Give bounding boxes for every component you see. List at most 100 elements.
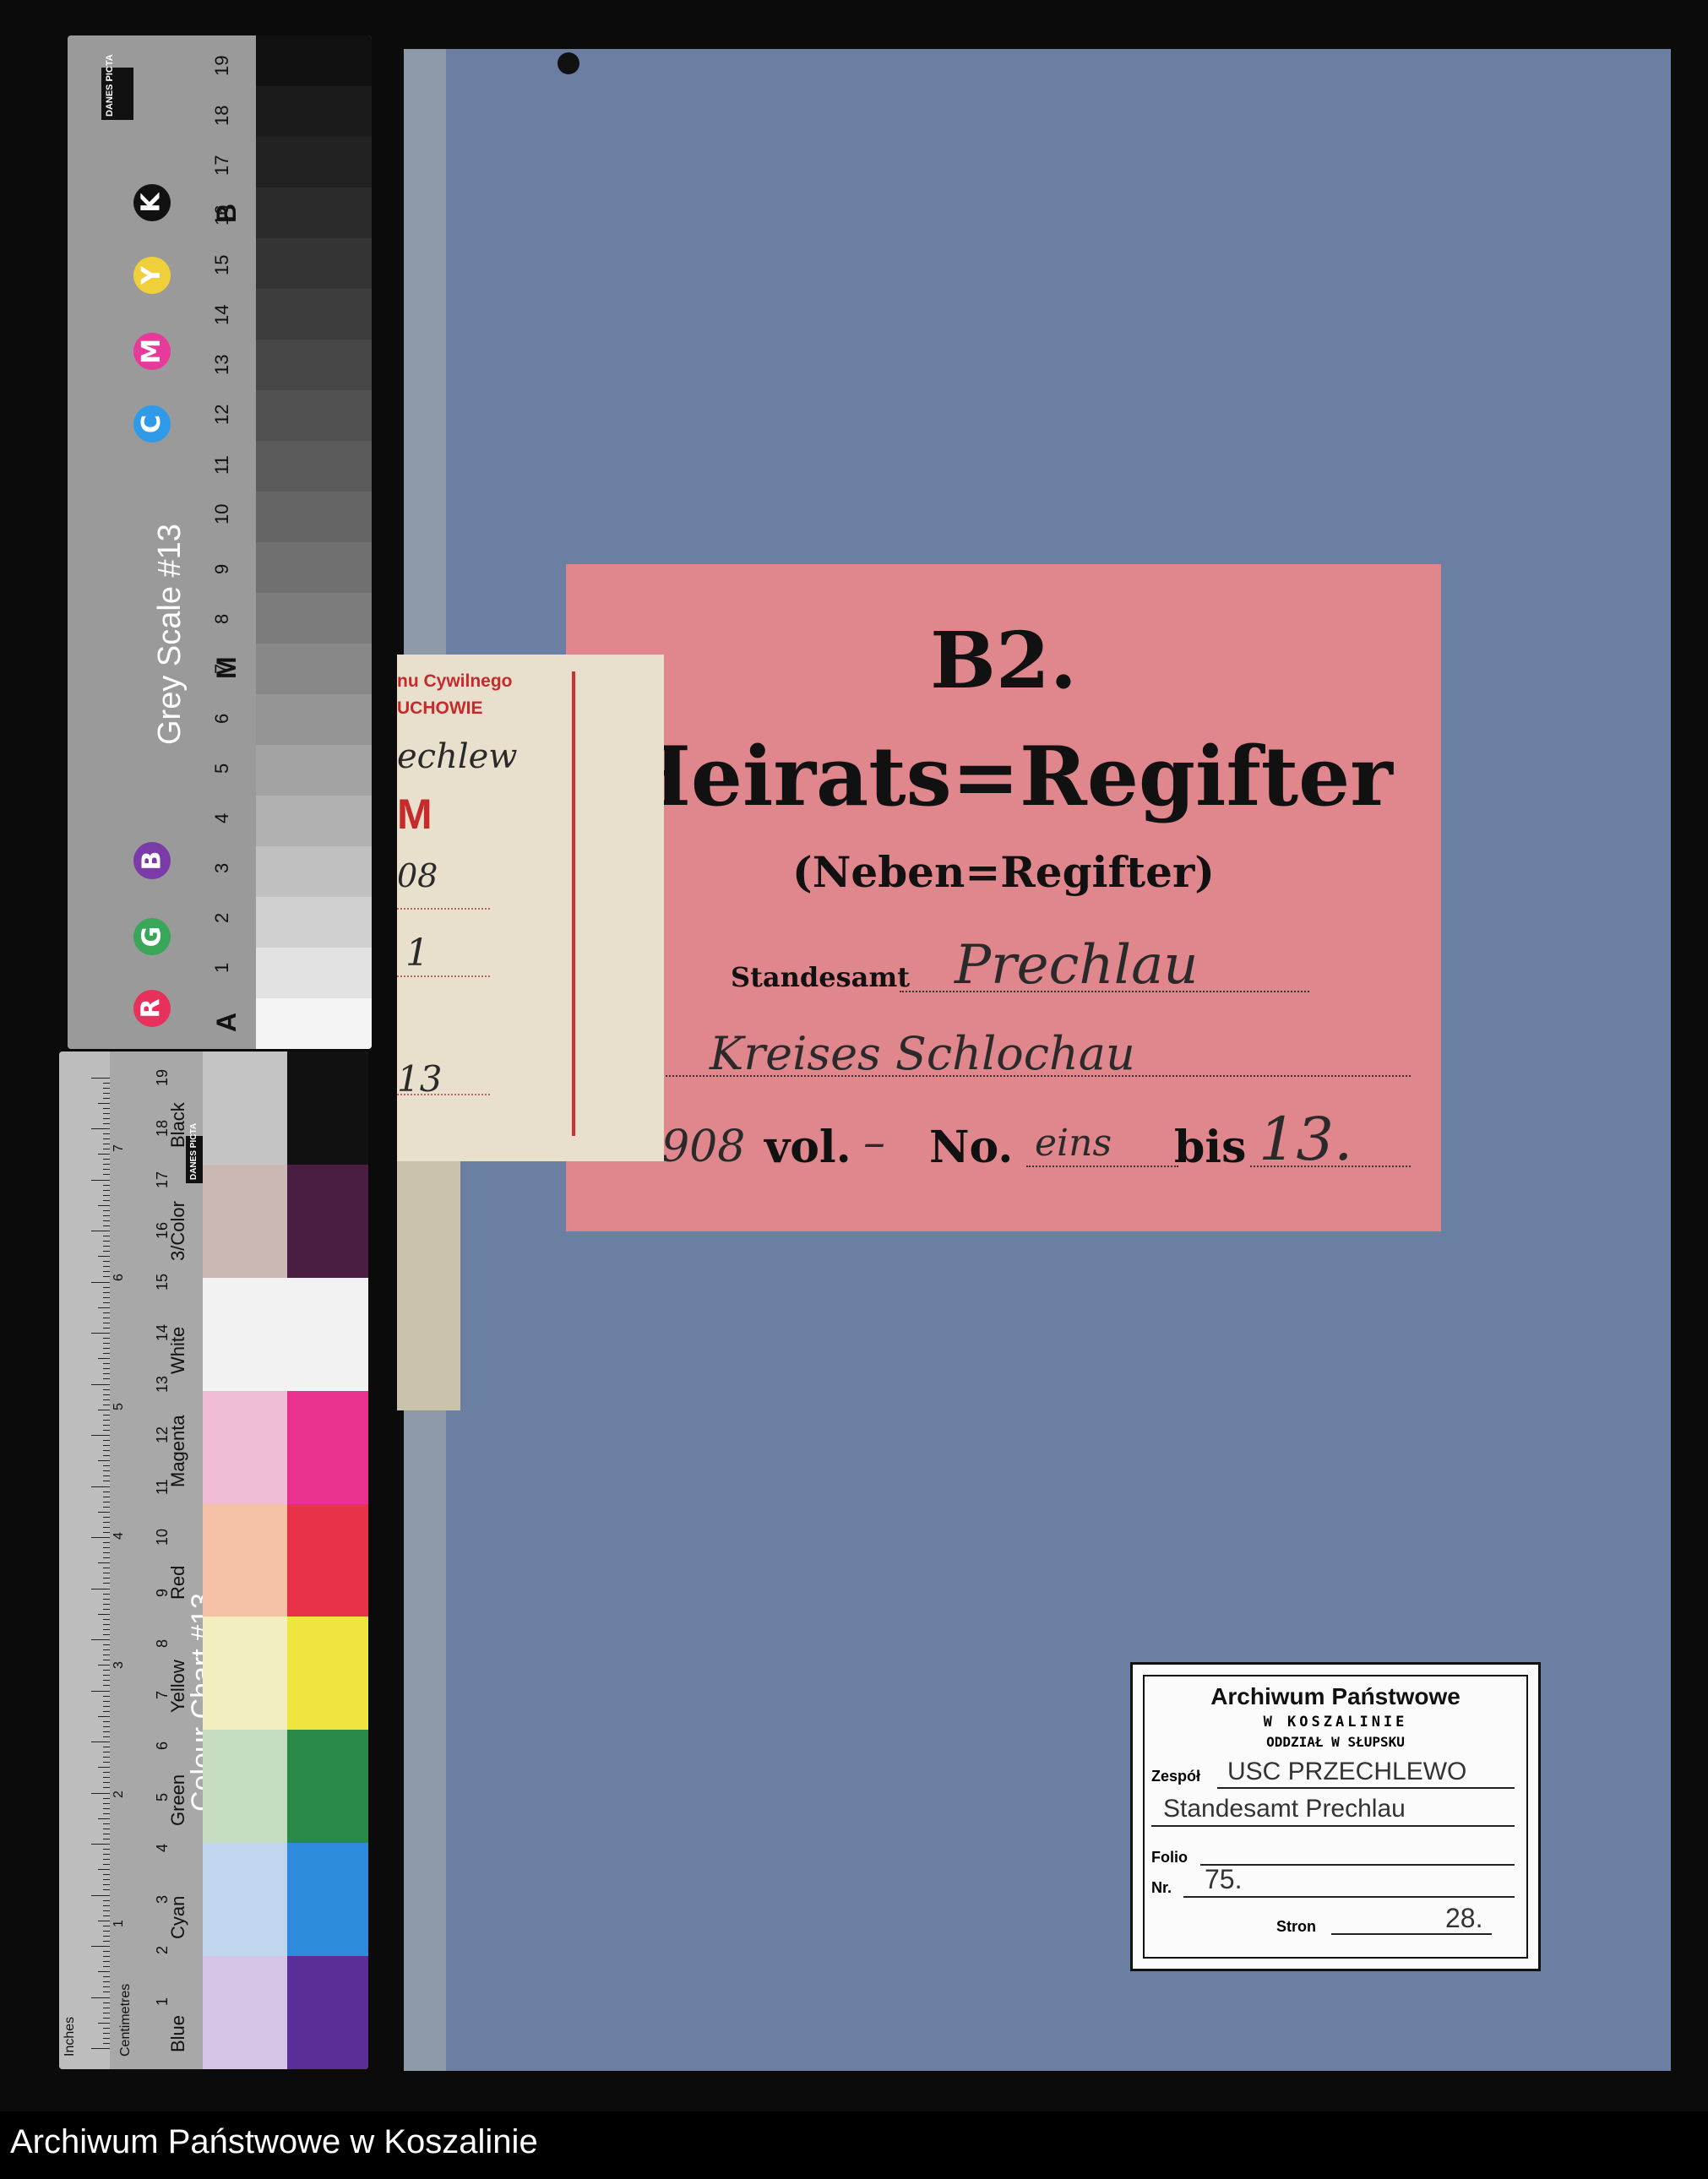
ruler-tick (103, 1705, 110, 1707)
ruler-tick (103, 1241, 110, 1242)
ruler-tick (103, 1368, 110, 1370)
ruler-cm-number: 4 (154, 1843, 171, 1852)
note-dots (397, 975, 490, 977)
ruler-tick (103, 1710, 110, 1712)
ruler-tick (91, 1077, 110, 1079)
note-dots (397, 1094, 490, 1095)
ruler-tick (103, 1802, 110, 1804)
ruler-tick (103, 1526, 110, 1528)
ruler-tick (103, 1301, 110, 1303)
grey-step (256, 238, 372, 289)
note-red-line (572, 671, 575, 1136)
ruler-tick (98, 1869, 110, 1871)
ruler-tick (98, 1767, 110, 1769)
ruler-tick (103, 1363, 110, 1365)
grey-number: 5 (211, 763, 232, 774)
grey-number: 18 (211, 105, 232, 126)
ruler-tick (103, 1618, 110, 1620)
ruler-tick (98, 1613, 110, 1615)
ruler-tick (103, 1199, 110, 1201)
folio-label: Folio (1151, 1849, 1188, 1866)
ruler-tick (103, 1184, 110, 1186)
ruler-tick (98, 1358, 110, 1360)
grey-step (256, 289, 372, 340)
ruler-tick (103, 1915, 110, 1916)
ruler-tick (103, 1296, 110, 1298)
row-label: White (167, 1326, 188, 1374)
ruler-tick (103, 1772, 110, 1774)
ruler-tick (103, 1266, 110, 1268)
archive-stamp: Archiwum Państwowe W KOSZALINIE ODDZIAŁ … (1130, 1662, 1541, 1971)
ruler-tick (98, 1154, 110, 1155)
ruler-tick (103, 1169, 110, 1171)
ruler-tick (103, 1649, 110, 1651)
ruler-tick (91, 1639, 110, 1640)
patch-light-cyan (203, 1843, 287, 1957)
grey-scale-card: DANES PICTA RGBCMYK Grey Scale #13 12345… (68, 35, 372, 1049)
patch-label-a: A (211, 1012, 242, 1032)
patch-dark-white (287, 1277, 368, 1391)
grey-number: 19 (211, 55, 232, 76)
ruler-tick (103, 1516, 110, 1518)
grey-step (256, 137, 372, 187)
ruler-tick (103, 1117, 110, 1119)
ruler-tick (98, 1204, 110, 1206)
ruler-tick (91, 1128, 110, 1129)
grey-step (256, 846, 372, 897)
ruler-tick (103, 1797, 110, 1799)
ruler-tick (103, 1087, 110, 1089)
grey-number: 2 (211, 912, 232, 923)
grey-number: 15 (211, 254, 232, 275)
ruler-tick (103, 1455, 110, 1457)
stamp-title: Archiwum Państwowe (1210, 1683, 1461, 1709)
ruler-tick (103, 1547, 110, 1549)
ruler-tick (103, 1986, 110, 1988)
note-slip: nu Cywilnego UCHOWIE echlew M 08 1 13 (397, 655, 664, 1161)
ruler-tick (103, 1864, 110, 1866)
patch-light-yellow (203, 1617, 287, 1731)
ruler-tick (103, 1445, 110, 1447)
patch-light-red (203, 1503, 287, 1617)
ruler-tick (103, 1521, 110, 1523)
grey-number: 14 (211, 304, 232, 325)
ruler-inch-number: 5 (112, 1403, 126, 1410)
ruler-tick (103, 1608, 110, 1610)
ruler-tick (103, 1578, 110, 1579)
note-hand-2: 08 (397, 857, 438, 894)
color-dot-y: Y (133, 257, 171, 294)
note-hand-3: 1 (405, 932, 429, 975)
note-dots (397, 908, 490, 910)
grey-step (256, 897, 372, 948)
register-code: B2. (930, 615, 1077, 706)
ruler-tick (103, 2002, 110, 2003)
grey-number: 12 (211, 404, 232, 425)
brand-logo: DANES PICTA (101, 54, 133, 120)
ruler-tick (103, 1777, 110, 1779)
patch-light-white (203, 1277, 287, 1391)
ruler-tick (103, 1956, 110, 1958)
color-dot-c: C (133, 405, 171, 443)
ruler-cm-number: 2 (154, 1945, 171, 1954)
colour-chart-card: 1 2 3 4 5 6 7 8 9 10 11 12 13 14 15 16 17 18 19 1 2 3 4 5 6 7 Inc… (59, 1051, 368, 2069)
grey-number: 13 (211, 354, 232, 375)
ruler-tick (103, 1399, 110, 1400)
ruler-tick (103, 1327, 110, 1329)
ruler-tick (103, 1246, 110, 1247)
ruler-tick (103, 1981, 110, 1983)
grey-step (256, 593, 372, 644)
ruler-tick (103, 1695, 110, 1697)
ruler-tick (103, 1251, 110, 1253)
ruler-tick (103, 1879, 110, 1881)
patch-light-3-color (203, 1164, 287, 1278)
grey-step (256, 998, 372, 1049)
grey-step (256, 390, 372, 441)
binding-hole (558, 52, 579, 74)
ruler-tick (103, 1874, 110, 1876)
ruler-cm-number: 8 (154, 1638, 171, 1648)
ruler-tick (91, 1281, 110, 1283)
nr-label: Nr. (1151, 1879, 1172, 1896)
ruler-tick (103, 1159, 110, 1160)
ruler-tick (103, 1506, 110, 1508)
ruler-tick (103, 1736, 110, 1737)
grey-step (256, 796, 372, 846)
